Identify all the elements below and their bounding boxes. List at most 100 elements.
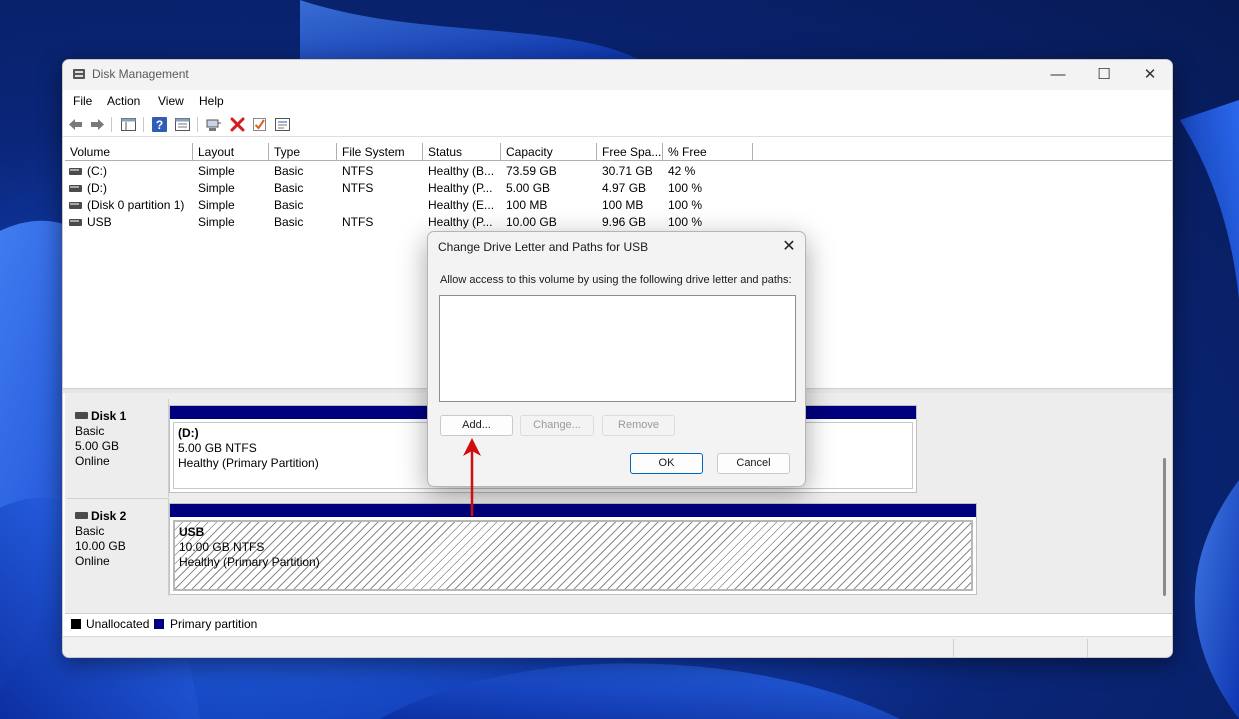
cell-status: Healthy (B... — [428, 164, 495, 178]
legend-swatch-unallocated — [71, 619, 81, 629]
window-title: Disk Management — [92, 67, 189, 81]
menu-view[interactable]: View — [158, 94, 184, 108]
cell-status: Healthy (E... — [428, 198, 495, 212]
table-row[interactable]: USB Simple Basic NTFS Healthy (P... 10.0… — [65, 214, 1172, 231]
menu-action[interactable]: Action — [107, 94, 140, 108]
column-file-system[interactable]: File System — [337, 143, 423, 161]
cell-layout: Simple — [198, 198, 235, 212]
status-separator — [953, 639, 954, 657]
minimize-button[interactable]: — — [1035, 60, 1081, 90]
column-status[interactable]: Status — [423, 143, 501, 161]
cancel-button[interactable]: Cancel — [717, 453, 790, 474]
dialog-close-icon[interactable]: ✕ — [773, 232, 805, 262]
dialog-description: Allow access to this volume by using the… — [440, 274, 792, 286]
add-button[interactable]: Add... — [440, 415, 513, 436]
toolbar-separator — [143, 117, 144, 132]
cell-capacity: 5.00 GB — [506, 181, 551, 195]
menu-bar: File Action View Help — [63, 90, 1172, 112]
cell-volume: (D:) — [87, 181, 107, 195]
disk-size: 5.00 GB — [75, 439, 120, 453]
disk-2-label[interactable]: Disk 2 Basic 10.00 GB Online — [67, 498, 169, 596]
partition-status: Healthy (Primary Partition) — [179, 555, 320, 569]
legend-label-unallocated: Unallocated — [86, 617, 150, 631]
volume-icon — [69, 202, 82, 209]
partition-name: USB — [179, 525, 205, 539]
forward-arrow-icon[interactable] — [89, 116, 106, 133]
check-icon[interactable] — [251, 116, 268, 133]
cell-volume: USB — [87, 215, 112, 229]
cell-layout: Simple — [198, 181, 235, 195]
status-bar — [63, 636, 1172, 657]
toolbar: ? — [63, 112, 1172, 137]
disk-1-label[interactable]: Disk 1 Basic 5.00 GB Online — [67, 399, 169, 497]
cell-free-space: 30.71 GB — [602, 164, 653, 178]
disk-name: Disk 2 — [91, 509, 127, 523]
menu-file[interactable]: File — [73, 94, 92, 108]
legend-label-primary: Primary partition — [170, 617, 258, 631]
disk-icon — [75, 412, 88, 419]
column-free-space[interactable]: Free Spa... — [597, 143, 663, 161]
partition-bar — [170, 504, 976, 517]
column-type[interactable]: Type — [269, 143, 337, 161]
table-row[interactable]: (Disk 0 partition 1) Simple Basic Health… — [65, 197, 1172, 214]
cell-percent-free: 100 % — [668, 181, 703, 195]
disk-icon — [75, 512, 88, 519]
cell-file-system — [342, 197, 422, 214]
status-separator — [1087, 639, 1088, 657]
cell-type: Basic — [274, 164, 304, 178]
console-tree-icon[interactable] — [120, 116, 137, 133]
ok-button[interactable]: OK — [630, 453, 703, 474]
volume-icon — [69, 168, 82, 175]
cell-percent-free: 100 % — [668, 215, 703, 229]
toolbar-separator — [111, 117, 112, 132]
cell-file-system: NTFS — [342, 181, 374, 195]
close-button[interactable]: ✕ — [1127, 60, 1172, 90]
column-percent-free[interactable]: % Free — [663, 143, 753, 161]
properties-icon[interactable] — [174, 116, 191, 133]
cell-free-space: 100 MB — [602, 198, 644, 212]
annotation-arrow-icon — [463, 438, 481, 516]
volume-icon — [69, 219, 82, 226]
cell-type: Basic — [274, 198, 304, 212]
disk-size: 10.00 GB — [75, 539, 126, 553]
partition-body-selected: USB 10.00 GB NTFS Healthy (Primary Parti… — [173, 520, 973, 591]
cell-percent-free: 100 % — [668, 198, 703, 212]
legend-swatch-primary — [154, 619, 164, 629]
cell-file-system: NTFS — [342, 215, 374, 229]
disk-management-icon — [73, 69, 85, 79]
cell-capacity: 10.00 GB — [506, 215, 557, 229]
settings-icon[interactable] — [274, 116, 291, 133]
back-arrow-icon[interactable] — [67, 116, 84, 133]
disk-state: Online — [75, 554, 110, 568]
toolbar-separator — [197, 117, 198, 132]
cell-type: Basic — [274, 215, 304, 229]
change-button[interactable]: Change... — [520, 415, 594, 436]
volume-icon — [69, 185, 82, 192]
drive-paths-listbox[interactable] — [439, 295, 796, 402]
cell-status: Healthy (P... — [428, 215, 493, 229]
cell-volume: (Disk 0 partition 1) — [87, 198, 185, 212]
cell-file-system: NTFS — [342, 164, 374, 178]
dialog-title: Change Drive Letter and Paths for USB — [438, 240, 649, 254]
cell-percent-free: 42 % — [668, 164, 696, 178]
title-bar[interactable]: Disk Management — ☐ ✕ — [63, 60, 1172, 90]
menu-help[interactable]: Help — [199, 94, 224, 108]
remove-button[interactable]: Remove — [602, 415, 675, 436]
cell-status: Healthy (P... — [428, 181, 493, 195]
disk-view-scrollbar[interactable] — [1163, 458, 1166, 596]
cell-volume: (C:) — [87, 164, 107, 178]
disk-2-partition-usb[interactable]: USB 10.00 GB NTFS Healthy (Primary Parti… — [169, 503, 977, 595]
column-capacity[interactable]: Capacity — [501, 143, 597, 161]
maximize-button[interactable]: ☐ — [1081, 60, 1127, 90]
cell-layout: Simple — [198, 215, 235, 229]
table-row[interactable]: (C:) Simple Basic NTFS Healthy (B... 73.… — [65, 163, 1172, 180]
help-icon[interactable]: ? — [151, 116, 168, 133]
column-layout[interactable]: Layout — [193, 143, 269, 161]
connect-icon[interactable] — [205, 116, 222, 133]
column-volume[interactable]: Volume — [65, 143, 193, 161]
volume-list-header: Volume Layout Type File System Status Ca… — [65, 143, 1172, 161]
cell-type: Basic — [274, 181, 304, 195]
delete-icon[interactable] — [229, 116, 246, 133]
table-row[interactable]: (D:) Simple Basic NTFS Healthy (P... 5.0… — [65, 180, 1172, 197]
disk-state: Online — [75, 454, 110, 468]
